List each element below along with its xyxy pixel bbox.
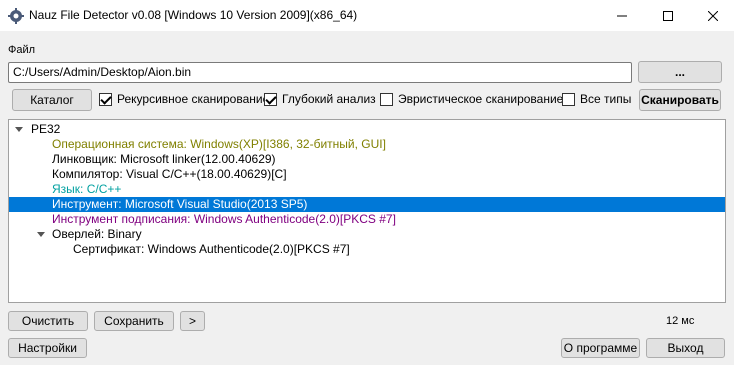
- tree-item-certificate[interactable]: Сертификат: Windows Authenticode(2.0)[PK…: [9, 242, 725, 257]
- checkbox-checked-icon: [264, 92, 277, 106]
- tree-item-linker[interactable]: Линковщик: Microsoft linker(12.00.40629): [9, 152, 725, 167]
- tree-item-compiler[interactable]: Компилятор: Visual C/C++(18.00.40629)[C]: [9, 167, 725, 182]
- tree-item-tool[interactable]: Инструмент: Microsoft Visual Studio(2013…: [9, 197, 725, 212]
- expand-arrow-icon[interactable]: [15, 127, 23, 132]
- tree-item-overlay[interactable]: Оверлей: Binary: [9, 227, 725, 242]
- deep-analysis-label: Глубокий анализ: [282, 92, 376, 106]
- tree-item-root[interactable]: PE32: [9, 122, 725, 137]
- exit-button[interactable]: Выход: [646, 338, 725, 358]
- catalog-button[interactable]: Каталог: [12, 89, 92, 111]
- tree-item-language[interactable]: Язык: C/C++: [9, 182, 725, 197]
- expand-arrow-icon[interactable]: [37, 232, 45, 237]
- deep-analysis-checkbox[interactable]: Глубокий анализ: [264, 92, 376, 106]
- heuristic-scan-checkbox[interactable]: Эвристическое сканирование: [380, 92, 563, 106]
- checkbox-checked-icon: [99, 92, 112, 106]
- browse-button[interactable]: ...: [638, 61, 722, 83]
- save-button[interactable]: Сохранить: [94, 311, 174, 331]
- maximize-icon: [663, 10, 673, 21]
- all-types-checkbox[interactable]: Все типы: [562, 92, 631, 106]
- close-icon: [708, 10, 718, 21]
- recursive-scan-checkbox[interactable]: Рекурсивное сканирование: [99, 92, 269, 106]
- minimize-button[interactable]: [599, 0, 645, 31]
- close-button[interactable]: [690, 0, 734, 31]
- checkbox-unchecked-icon: [562, 92, 575, 106]
- result-tree[interactable]: PE32 Операционная система: Windows(XP)[I…: [8, 119, 726, 303]
- checkbox-unchecked-icon: [380, 92, 393, 106]
- file-path-input[interactable]: C:/Users/Admin/Desktop/Aion.bin: [8, 62, 632, 83]
- scan-button[interactable]: Сканировать: [639, 89, 721, 111]
- heuristic-scan-label: Эвристическое сканирование: [398, 92, 564, 106]
- recursive-scan-label: Рекурсивное сканирование: [117, 92, 270, 106]
- tree-item-os[interactable]: Операционная система: Windows(XP)[I386, …: [9, 137, 725, 152]
- all-types-label: Все типы: [580, 92, 632, 106]
- more-button[interactable]: >: [180, 311, 205, 331]
- about-button[interactable]: О программе: [561, 338, 640, 358]
- title-bar: Nauz File Detector v0.08 [Windows 10 Ver…: [0, 0, 734, 31]
- file-label: Файл: [8, 44, 36, 56]
- maximize-button[interactable]: [645, 0, 691, 31]
- window-title: Nauz File Detector v0.08 [Windows 10 Ver…: [29, 8, 358, 22]
- clear-button[interactable]: Очистить: [8, 311, 88, 331]
- scan-time: 12 мс: [666, 315, 695, 327]
- settings-button[interactable]: Настройки: [8, 338, 87, 358]
- minimize-icon: [617, 15, 627, 16]
- tree-item-signer[interactable]: Инструмент подписания: Windows Authentic…: [9, 212, 725, 227]
- gear-cog-icon: [8, 8, 24, 24]
